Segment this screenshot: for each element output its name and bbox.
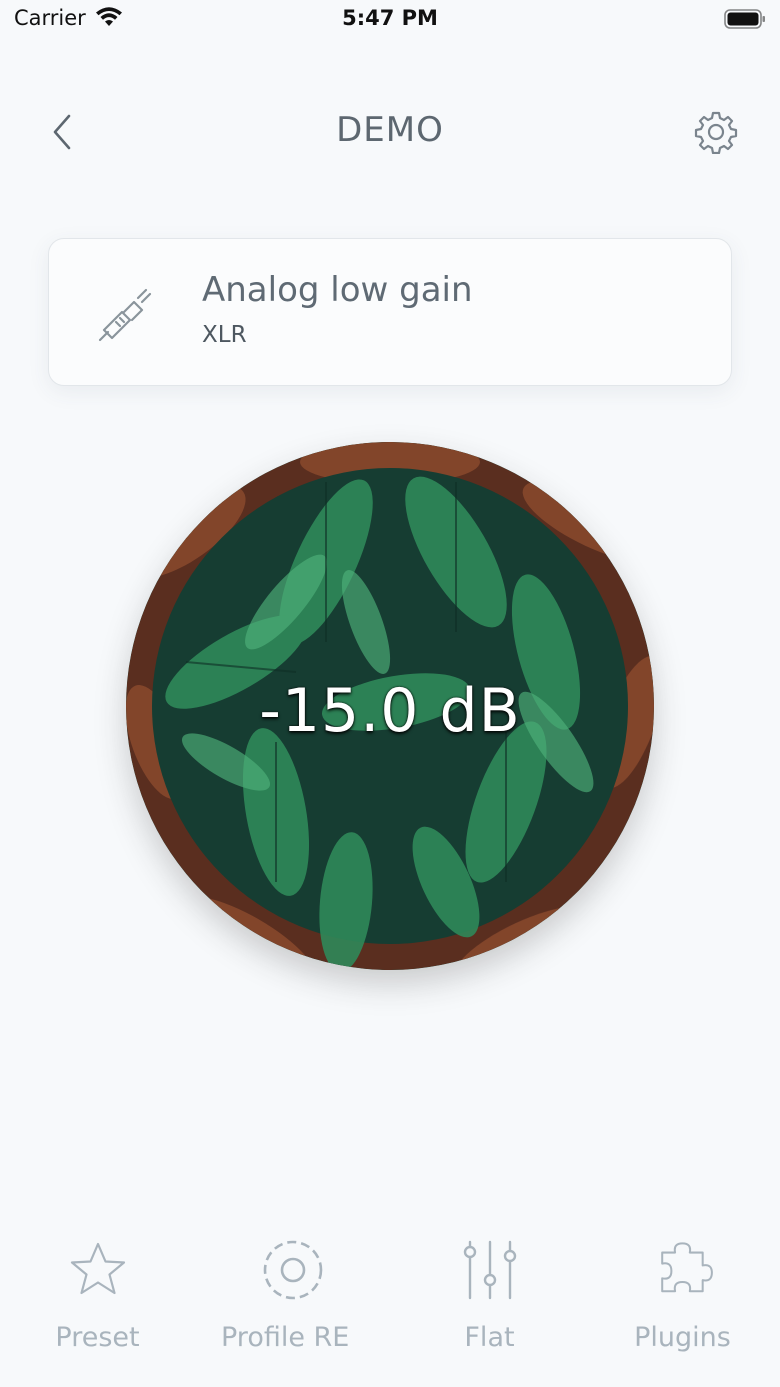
clock: 5:47 PM xyxy=(342,6,438,30)
tab-preset-label: Preset xyxy=(55,1322,140,1353)
input-title: Analog low gain xyxy=(202,270,473,310)
gear-icon xyxy=(694,111,738,154)
star-icon xyxy=(70,1242,125,1295)
sliders-icon xyxy=(463,1240,516,1300)
battery-icon xyxy=(724,9,765,29)
puzzle-icon xyxy=(660,1242,713,1293)
tab-profile-label: Profile RE xyxy=(221,1322,350,1353)
tab-preset[interactable]: Preset xyxy=(0,1230,195,1360)
status-bar: Carrier 5:47 PM xyxy=(0,0,780,44)
tab-plugins[interactable]: Plugins xyxy=(585,1230,780,1360)
tab-flat-label: Flat xyxy=(464,1322,515,1353)
cable-plug-icon xyxy=(98,288,152,342)
target-icon xyxy=(263,1240,322,1300)
tab-plugins-label: Plugins xyxy=(634,1322,731,1353)
page-title: DEMO xyxy=(336,110,444,150)
tab-profile[interactable]: Profile RE xyxy=(195,1230,390,1360)
volume-level-readout: -15.0 dB xyxy=(259,676,521,746)
tab-bar: Preset Profile RE Flat Plugins xyxy=(0,1230,780,1387)
tab-flat[interactable]: Flat xyxy=(392,1230,587,1360)
navigation-bar: DEMO xyxy=(0,90,780,174)
input-subtitle: XLR xyxy=(202,322,247,348)
settings-button[interactable] xyxy=(692,108,740,156)
